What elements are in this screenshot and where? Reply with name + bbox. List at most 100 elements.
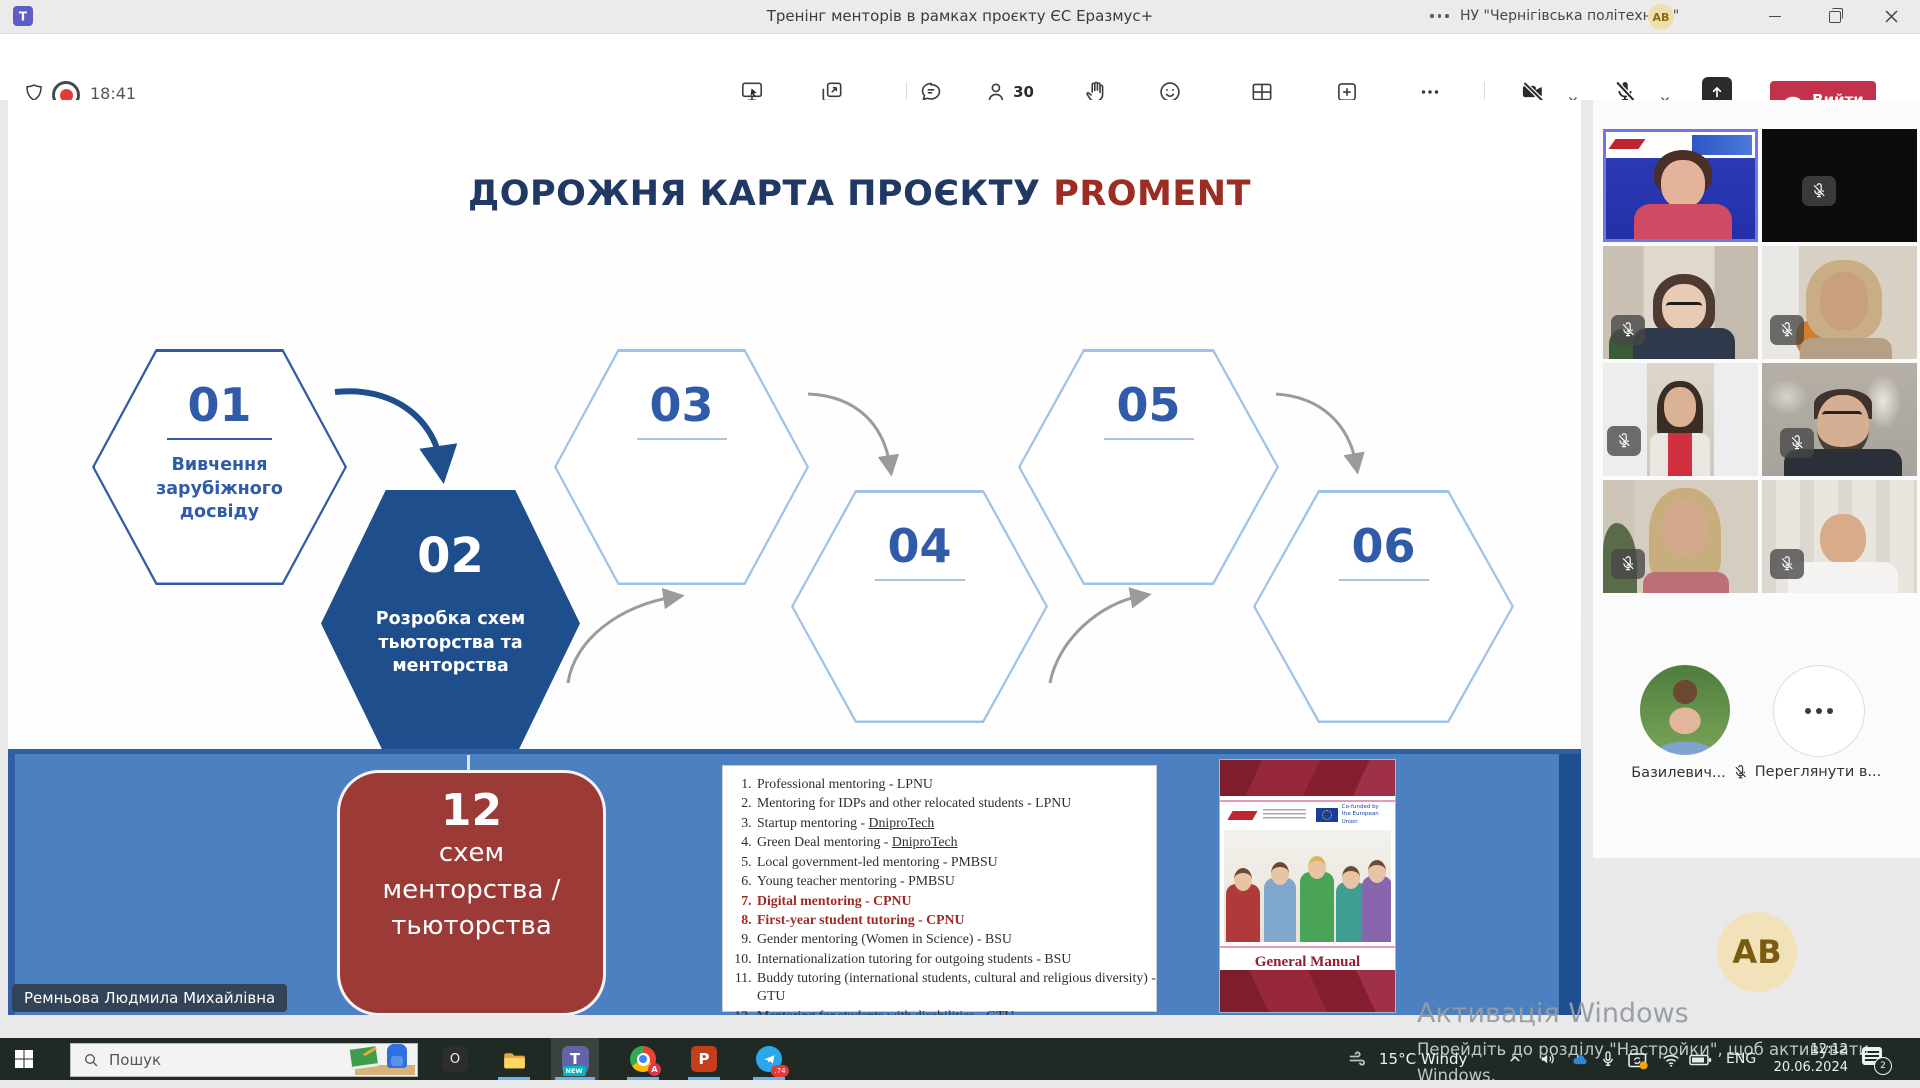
schemes-count: 12: [441, 787, 502, 835]
participant-video: [1603, 363, 1758, 476]
eu-funding-text: Co-funded bythe European Union: [1342, 804, 1395, 825]
step-text: Вивчення зарубіжного досвіду: [135, 454, 305, 525]
taskbar-app-o[interactable]: O: [435, 1038, 475, 1080]
cover-photo: [1224, 830, 1391, 942]
step-number: 03: [649, 382, 713, 428]
clock-time: 12:12: [1811, 1041, 1848, 1059]
step-number: 02: [417, 532, 484, 580]
taskbar-chrome[interactable]: A: [623, 1038, 663, 1080]
battery-icon[interactable]: [1688, 1049, 1714, 1071]
restore-button[interactable]: [1812, 0, 1858, 33]
minimize-button[interactable]: [1752, 0, 1798, 33]
tray-chevron-icon[interactable]: [1505, 1049, 1525, 1069]
participants-count: 30: [1013, 83, 1034, 101]
onedrive-icon[interactable]: [1568, 1049, 1590, 1071]
proment-logo-icon: [1227, 811, 1258, 820]
mic-muted-icon: [1780, 428, 1814, 458]
video-tile[interactable]: [1603, 480, 1758, 593]
notification-center-icon[interactable]: 2: [1862, 1047, 1888, 1071]
scheme-item: Mentoring for students with disabilities…: [755, 1007, 1156, 1015]
badge-caption-line: тьюторства: [391, 908, 552, 944]
step-underline: [875, 579, 965, 581]
screen: { "titlebar": { "title": "Тренінг ментор…: [0, 0, 1920, 1080]
scheme-item: Gender mentoring (Women in Science) - BS…: [755, 930, 1156, 948]
scheme-item: Digital mentoring - CPNU: [755, 892, 1156, 910]
taskbar-weather[interactable]: 15°C Windy: [1347, 1038, 1467, 1080]
participant-video: [1606, 132, 1755, 239]
scheme-item: Startup mentoring - DniproTech: [755, 814, 1156, 832]
step-number: 01: [187, 382, 251, 428]
step-underline: [1104, 438, 1194, 440]
scheme-item: Young teacher mentoring - PMBSU: [755, 872, 1156, 890]
wind-icon: [1347, 1047, 1371, 1071]
meeting-toolbar: 18:41 Почати Відкріпити Чат 30 Користува…: [0, 34, 1920, 101]
video-tile-speaker[interactable]: [1603, 129, 1758, 242]
shared-slide: ДОРОЖНЯ КАРТА ПРОЄКТУ PROMENT 01 Вивченн…: [8, 100, 1581, 1015]
cover-bottom-band: [1220, 970, 1395, 1012]
eu-flag-icon: [1316, 808, 1337, 822]
taskbar-file-explorer[interactable]: [494, 1038, 534, 1080]
titlebar-more-icon[interactable]: [1430, 14, 1449, 18]
video-tile-camera-off[interactable]: [1762, 129, 1917, 242]
participants-sidebar: Базилевич... Переглянути в... АВ: [1593, 100, 1920, 1038]
search-seasonal-art: [349, 1045, 415, 1075]
manual-cover: Co-funded bythe European Union General M…: [1220, 760, 1395, 1012]
scheme-item: Buddy tutoring (international students, …: [755, 969, 1156, 1005]
mentoring-schemes-list: Professional mentoring - LPNU Mentoring …: [722, 765, 1157, 1012]
active-speaker-name: Ремньова Людмила Михайлівна: [12, 984, 287, 1012]
search-input[interactable]: Пошук: [70, 1043, 418, 1077]
taskbar-powerpoint[interactable]: P: [684, 1038, 724, 1080]
student-figure: [1226, 884, 1260, 942]
scheme-item: Local government-led mentoring - PMBSU: [755, 853, 1156, 871]
chrome-profile-badge: A: [648, 1063, 661, 1076]
mic-muted-icon: [1770, 549, 1804, 579]
badge-caption-line: менторства /: [383, 872, 561, 908]
taskbar-teams[interactable]: TNEW: [551, 1038, 599, 1080]
step-number: 05: [1116, 382, 1180, 428]
video-tile[interactable]: [1762, 480, 1917, 593]
student-figure: [1300, 872, 1334, 942]
student-figure: [1362, 876, 1391, 942]
taskbar-clock[interactable]: 12:12 20.06.2024: [1768, 1038, 1848, 1080]
step-text: Розробка схем тьюторства та менторства: [366, 608, 536, 679]
language-indicator[interactable]: ENG: [1726, 1038, 1756, 1080]
overflow-participant-avatar[interactable]: [1640, 665, 1730, 755]
sync-display-icon[interactable]: [1626, 1049, 1650, 1073]
view-more-avatar[interactable]: [1773, 665, 1865, 757]
scheme-item: Internationalization tutoring for outgoi…: [755, 950, 1156, 968]
windows-taskbar: Пошук O TNEW A P .74 15°C Windy: [0, 1038, 1920, 1080]
notification-count-badge: 2: [1874, 1057, 1892, 1075]
video-tile[interactable]: [1603, 363, 1758, 476]
search-icon: [83, 1052, 99, 1068]
teams-new-badge: NEW: [563, 1066, 586, 1076]
step-number: 04: [887, 523, 951, 569]
meeting-stage: ДОРОЖНЯ КАРТА ПРОЄКТУ PROMENT 01 Вивченн…: [0, 100, 1920, 1038]
bottom-avatar: АВ: [1717, 912, 1797, 992]
step-underline: [1339, 579, 1429, 581]
mic-muted-icon: [1611, 315, 1645, 345]
schemes-count-badge: 12 схем менторства / тьюторства: [337, 770, 606, 1015]
account-avatar[interactable]: AB: [1648, 4, 1674, 30]
participant-video: [1762, 363, 1917, 476]
video-tile[interactable]: [1762, 363, 1917, 476]
step-underline: [167, 438, 272, 441]
clock-date: 20.06.2024: [1774, 1059, 1848, 1077]
scheme-item: Mentoring for IDPs and other relocated s…: [755, 794, 1156, 812]
view-more-label[interactable]: Переглянути в...: [1755, 764, 1881, 780]
window-titlebar: T Тренінг менторів в рамках проєкту ЄС Е…: [0, 0, 1920, 34]
tray-mic-icon[interactable]: [1598, 1049, 1618, 1069]
taskbar-telegram[interactable]: .74: [749, 1038, 789, 1080]
wifi-icon[interactable]: [1660, 1049, 1682, 1071]
video-tile[interactable]: [1603, 246, 1758, 359]
cover-text-lines: [1263, 809, 1306, 821]
step-number: 06: [1351, 523, 1415, 569]
student-figure: [1264, 878, 1296, 942]
volume-icon[interactable]: [1538, 1049, 1558, 1069]
overflow-participant-name: Базилевич...: [1631, 765, 1726, 781]
video-tile[interactable]: [1762, 246, 1917, 359]
badge-caption-line: схем: [439, 835, 504, 871]
mic-muted-icon: [1611, 549, 1645, 579]
org-account-name[interactable]: НУ "Чернігівська політехніка": [1460, 0, 1679, 33]
start-button[interactable]: [0, 1038, 48, 1080]
close-button[interactable]: [1868, 0, 1914, 33]
